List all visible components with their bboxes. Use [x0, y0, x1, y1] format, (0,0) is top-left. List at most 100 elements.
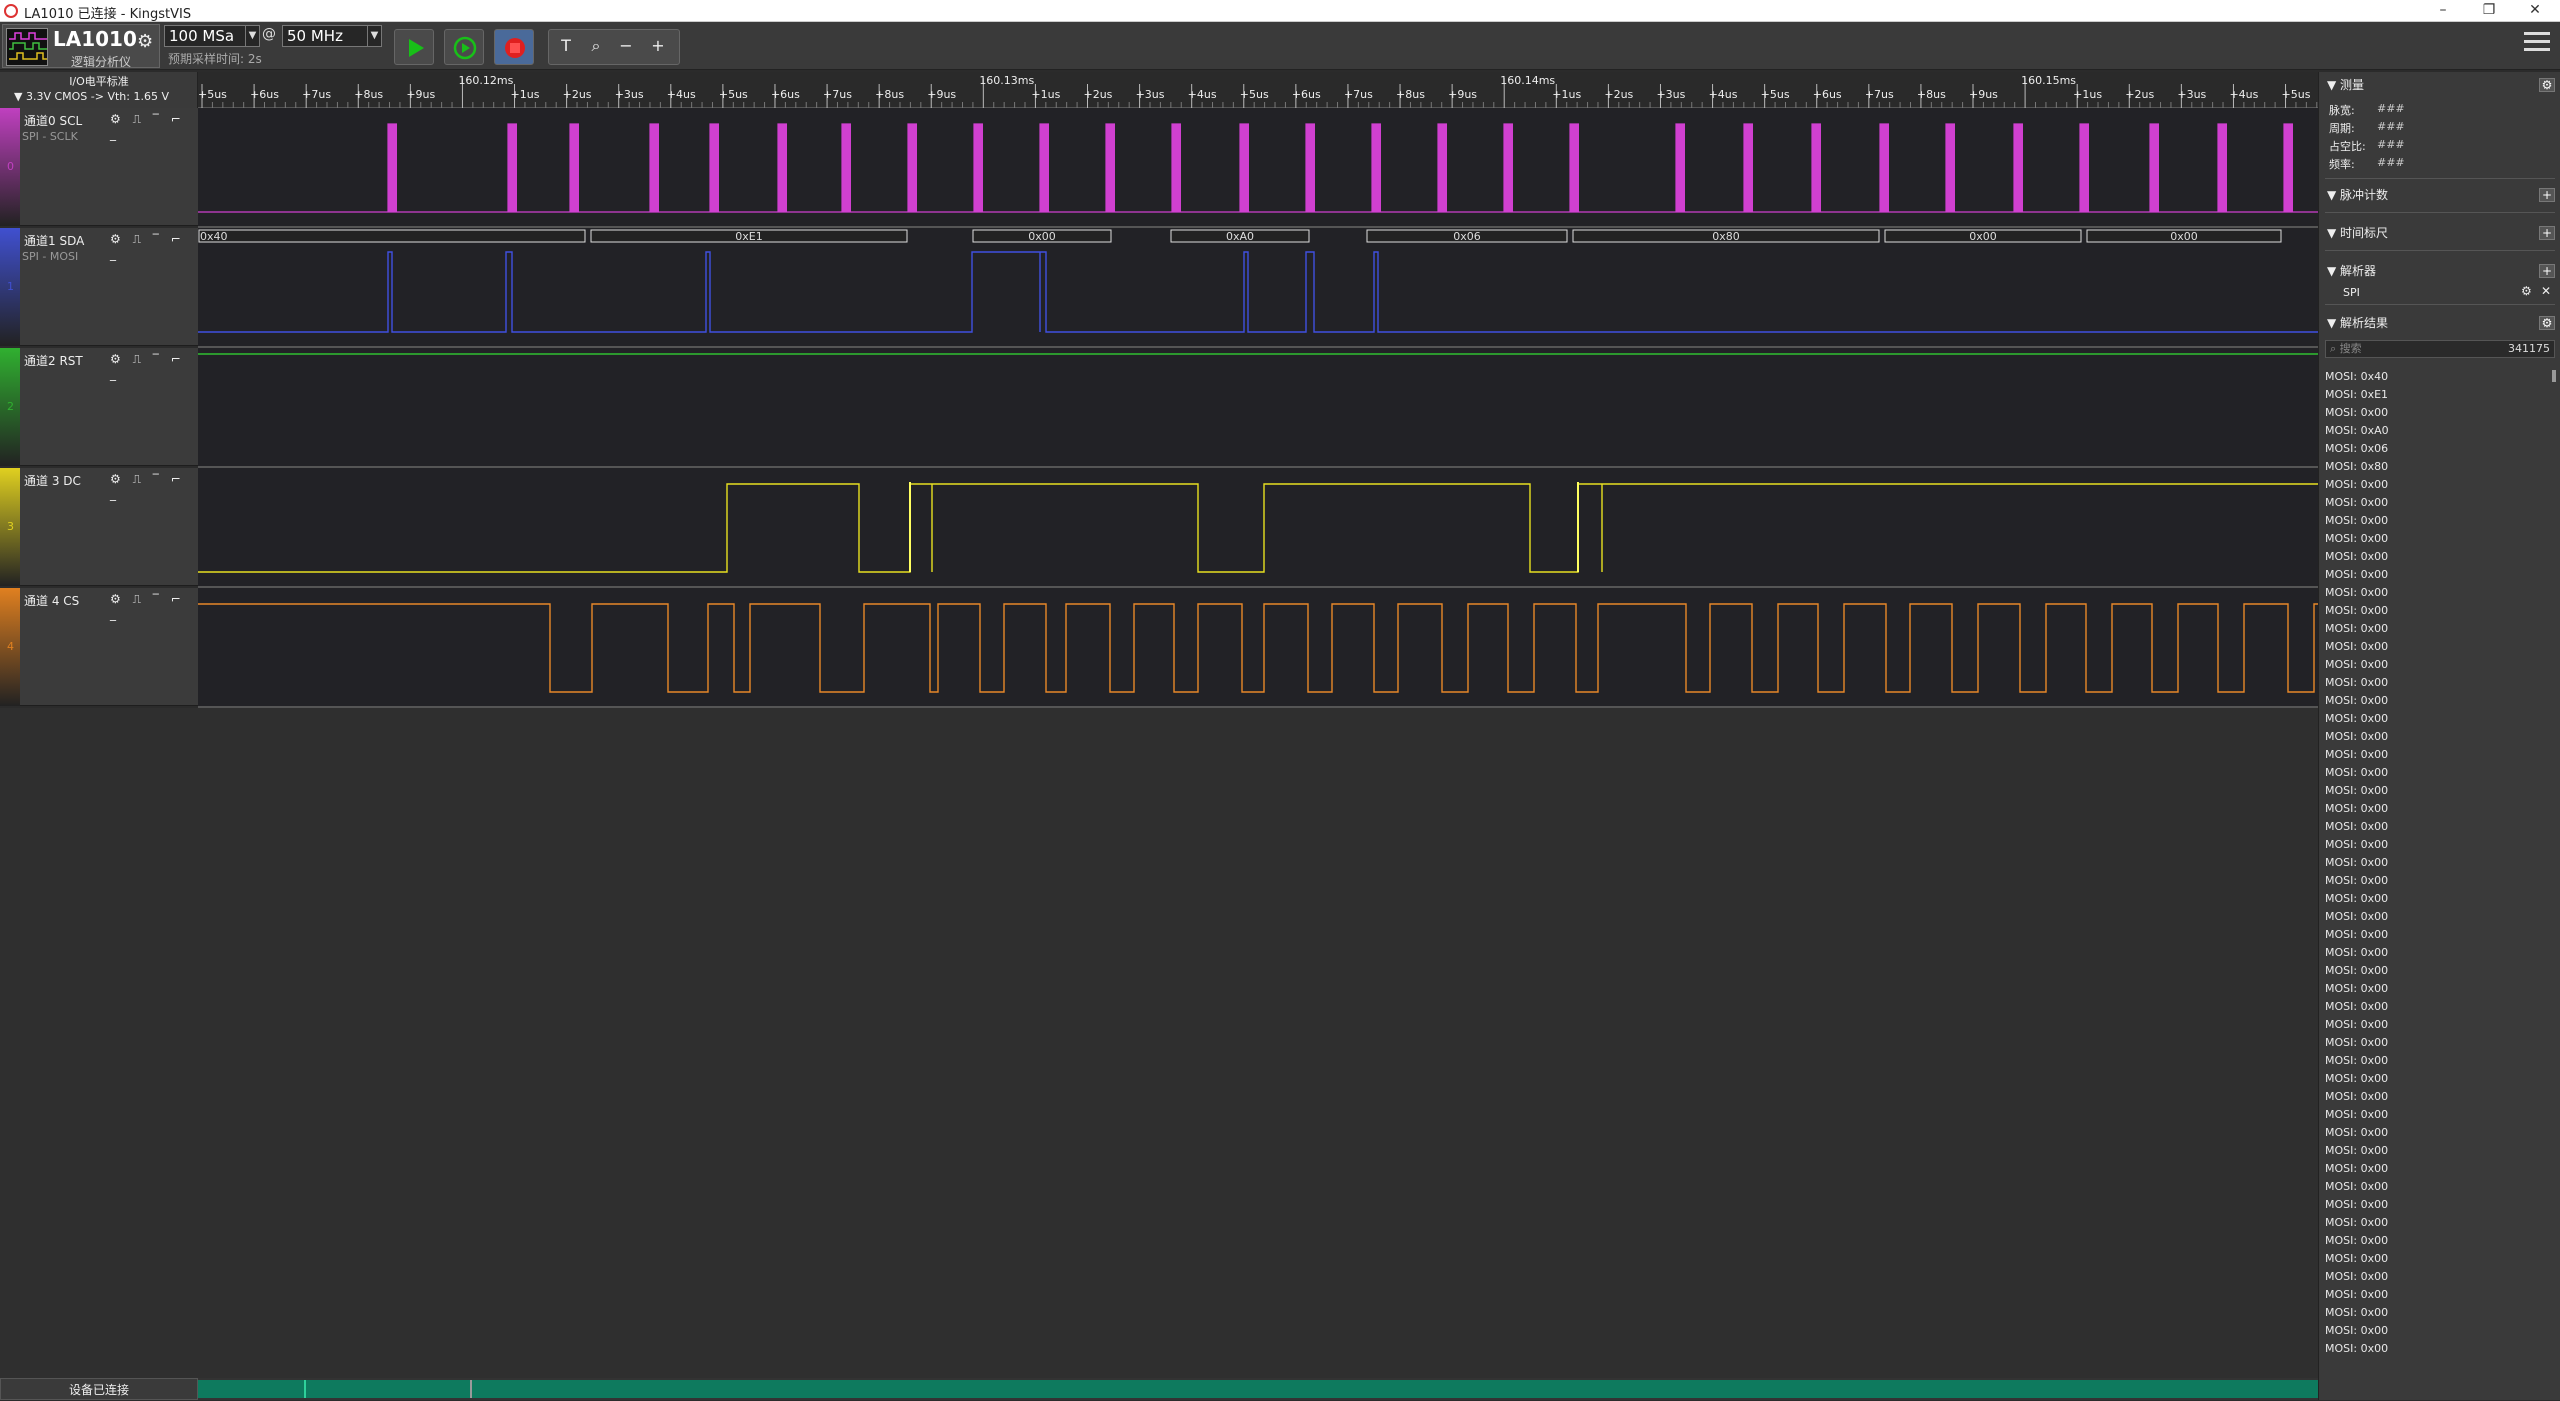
result-row[interactable]: MOSI: 0x00	[2325, 494, 2551, 512]
result-row[interactable]: MOSI: 0x00	[2325, 854, 2551, 872]
gear-icon[interactable]: ⚙	[2539, 78, 2555, 92]
channel-name[interactable]: 通道 3 DC	[24, 472, 81, 489]
timeline-marker[interactable]	[304, 1380, 306, 1398]
gear-icon[interactable]: ⚙	[2521, 284, 2532, 298]
channel-trigger-icons[interactable]: ⚙ ⎍ ‾ ⌐ _	[110, 472, 198, 501]
result-row[interactable]: MOSI: 0x40	[2325, 368, 2551, 386]
analyzer-item-spi[interactable]: SPI	[2343, 286, 2360, 299]
channel-row[interactable]: 3 通道 3 DC ⚙ ⎍ ‾ ⌐ _	[0, 468, 198, 586]
analyzer-header[interactable]: ▼ 解析器 +	[2319, 260, 2560, 282]
zoom-out-icon[interactable]: −	[613, 36, 639, 60]
result-row[interactable]: MOSI: 0x00	[2325, 404, 2551, 422]
maximize-button[interactable]: ❐	[2466, 0, 2512, 22]
result-row[interactable]: MOSI: 0x00	[2325, 764, 2551, 782]
time-marker-header[interactable]: ▼ 时间标尺 +	[2319, 222, 2560, 244]
search-input[interactable]: ⌕ 搜索 341175	[2325, 340, 2555, 358]
result-row[interactable]: MOSI: 0x00	[2325, 908, 2551, 926]
channel-trigger-icons[interactable]: ⚙ ⎍ ‾ ⌐ _	[110, 352, 198, 381]
close-icon[interactable]: ✕	[2541, 284, 2551, 298]
overview-timeline[interactable]	[198, 1380, 2318, 1398]
result-row[interactable]: MOSI: 0x00	[2325, 692, 2551, 710]
result-row[interactable]: MOSI: 0x00	[2325, 1160, 2551, 1178]
result-row[interactable]: MOSI: 0xA0	[2325, 422, 2551, 440]
minimize-button[interactable]: –	[2420, 0, 2466, 22]
result-row[interactable]: MOSI: 0x00	[2325, 872, 2551, 890]
close-button[interactable]: ✕	[2512, 0, 2558, 22]
result-row[interactable]: MOSI: 0x00	[2325, 674, 2551, 692]
result-row[interactable]: MOSI: 0x00	[2325, 476, 2551, 494]
result-row[interactable]: MOSI: 0x00	[2325, 1196, 2551, 1214]
result-row[interactable]: MOSI: 0x00	[2325, 746, 2551, 764]
result-row[interactable]: MOSI: 0x00	[2325, 926, 2551, 944]
sample-depth-select[interactable]: 100 MSa ▼	[164, 25, 260, 47]
result-row[interactable]: MOSI: 0x00	[2325, 1268, 2551, 1286]
result-row[interactable]: MOSI: 0x00	[2325, 548, 2551, 566]
menu-icon[interactable]	[2524, 32, 2550, 56]
result-row[interactable]: MOSI: 0x00	[2325, 962, 2551, 980]
pulse-count-header[interactable]: ▼ 脉冲计数 +	[2319, 184, 2560, 206]
channel-trigger-icons[interactable]: ⚙ ⎍ ‾ ⌐ _	[110, 112, 198, 141]
result-row[interactable]: MOSI: 0x00	[2325, 530, 2551, 548]
result-row[interactable]: MOSI: 0x00	[2325, 1286, 2551, 1304]
result-row[interactable]: MOSI: 0x00	[2325, 602, 2551, 620]
channel-name[interactable]: 通道1 SDA	[24, 232, 84, 249]
result-row[interactable]: MOSI: 0x00	[2325, 512, 2551, 530]
result-row[interactable]: MOSI: 0x00	[2325, 1250, 2551, 1268]
result-row[interactable]: MOSI: 0x00	[2325, 1214, 2551, 1232]
result-row[interactable]: MOSI: 0x00	[2325, 1070, 2551, 1088]
result-row[interactable]: MOSI: 0x00	[2325, 728, 2551, 746]
add-icon[interactable]: +	[2539, 226, 2555, 240]
result-row[interactable]: MOSI: 0x00	[2325, 1088, 2551, 1106]
result-row[interactable]: MOSI: 0x00	[2325, 584, 2551, 602]
result-row[interactable]: MOSI: 0x00	[2325, 1304, 2551, 1322]
result-row[interactable]: MOSI: 0x00	[2325, 566, 2551, 584]
result-row[interactable]: MOSI: 0x00	[2325, 638, 2551, 656]
loop-start-button[interactable]	[444, 29, 484, 65]
timeline-marker[interactable]	[470, 1380, 472, 1398]
start-button[interactable]	[394, 29, 434, 65]
measure-section-header[interactable]: ▼ 测量 ⚙	[2319, 74, 2560, 96]
result-row[interactable]: MOSI: 0x80	[2325, 458, 2551, 476]
result-row[interactable]: MOSI: 0xE1	[2325, 386, 2551, 404]
result-row[interactable]: MOSI: 0x00	[2325, 980, 2551, 998]
channel-row[interactable]: 0 通道0 SCL SPI - SCLK ⚙ ⎍ ‾ ⌐ _	[0, 108, 198, 226]
channel-row[interactable]: 1 通道1 SDA SPI - MOSI ⚙ ⎍ ‾ ⌐ _	[0, 228, 198, 346]
result-row[interactable]: MOSI: 0x00	[2325, 1124, 2551, 1142]
result-row[interactable]: MOSI: 0x00	[2325, 836, 2551, 854]
channel-trigger-icons[interactable]: ⚙ ⎍ ‾ ⌐ _	[110, 592, 198, 621]
result-row[interactable]: MOSI: 0x00	[2325, 800, 2551, 818]
sample-rate-select[interactable]: 50 MHz ▼	[282, 25, 382, 47]
channel-name[interactable]: 通道 4 CS	[24, 592, 79, 609]
result-row[interactable]: MOSI: 0x00	[2325, 656, 2551, 674]
io-standard-select[interactable]: ▼ 3.3V CMOS -> Vth: 1.65 V	[14, 90, 194, 103]
result-row[interactable]: MOSI: 0x00	[2325, 1106, 2551, 1124]
channel-trigger-icons[interactable]: ⚙ ⎍ ‾ ⌐ _	[110, 232, 198, 261]
stop-button[interactable]	[494, 29, 534, 65]
channel-name[interactable]: 通道2 RST	[24, 352, 83, 369]
gear-icon[interactable]: ⚙	[2539, 316, 2555, 330]
channel-row[interactable]: 2 通道2 RST ⚙ ⎍ ‾ ⌐ _	[0, 348, 198, 466]
results-header[interactable]: ▼ 解析结果 ⚙	[2319, 312, 2560, 334]
result-row[interactable]: MOSI: 0x00	[2325, 1232, 2551, 1250]
result-row[interactable]: MOSI: 0x00	[2325, 818, 2551, 836]
result-row[interactable]: MOSI: 0x00	[2325, 1322, 2551, 1340]
result-row[interactable]: MOSI: 0x00	[2325, 890, 2551, 908]
channel-row[interactable]: 4 通道 4 CS ⚙ ⎍ ‾ ⌐ _	[0, 588, 198, 706]
add-icon[interactable]: +	[2539, 188, 2555, 202]
time-ruler[interactable]: +5us +6us +7us +8us +9us 160.12ms +1us +2us +3us…	[198, 72, 2328, 108]
result-row[interactable]: MOSI: 0x00	[2325, 944, 2551, 962]
result-row[interactable]: MOSI: 0x00	[2325, 710, 2551, 728]
result-row[interactable]: MOSI: 0x00	[2325, 998, 2551, 1016]
add-icon[interactable]: +	[2539, 264, 2555, 278]
zoom-in-icon[interactable]: +	[645, 36, 671, 60]
result-row[interactable]: MOSI: 0x00	[2325, 1016, 2551, 1034]
device-settings-icon[interactable]: ⚙	[137, 31, 153, 52]
result-row[interactable]: MOSI: 0x00	[2325, 782, 2551, 800]
result-row[interactable]: MOSI: 0x00	[2325, 1340, 2551, 1358]
result-row[interactable]: MOSI: 0x06	[2325, 440, 2551, 458]
zoom-fit-icon[interactable]: ⌕	[583, 36, 609, 60]
result-row[interactable]: MOSI: 0x00	[2325, 1052, 2551, 1070]
text-cursor-icon[interactable]: T	[553, 36, 579, 60]
result-row[interactable]: MOSI: 0x00	[2325, 1142, 2551, 1160]
channel-name[interactable]: 通道0 SCL	[24, 112, 82, 129]
